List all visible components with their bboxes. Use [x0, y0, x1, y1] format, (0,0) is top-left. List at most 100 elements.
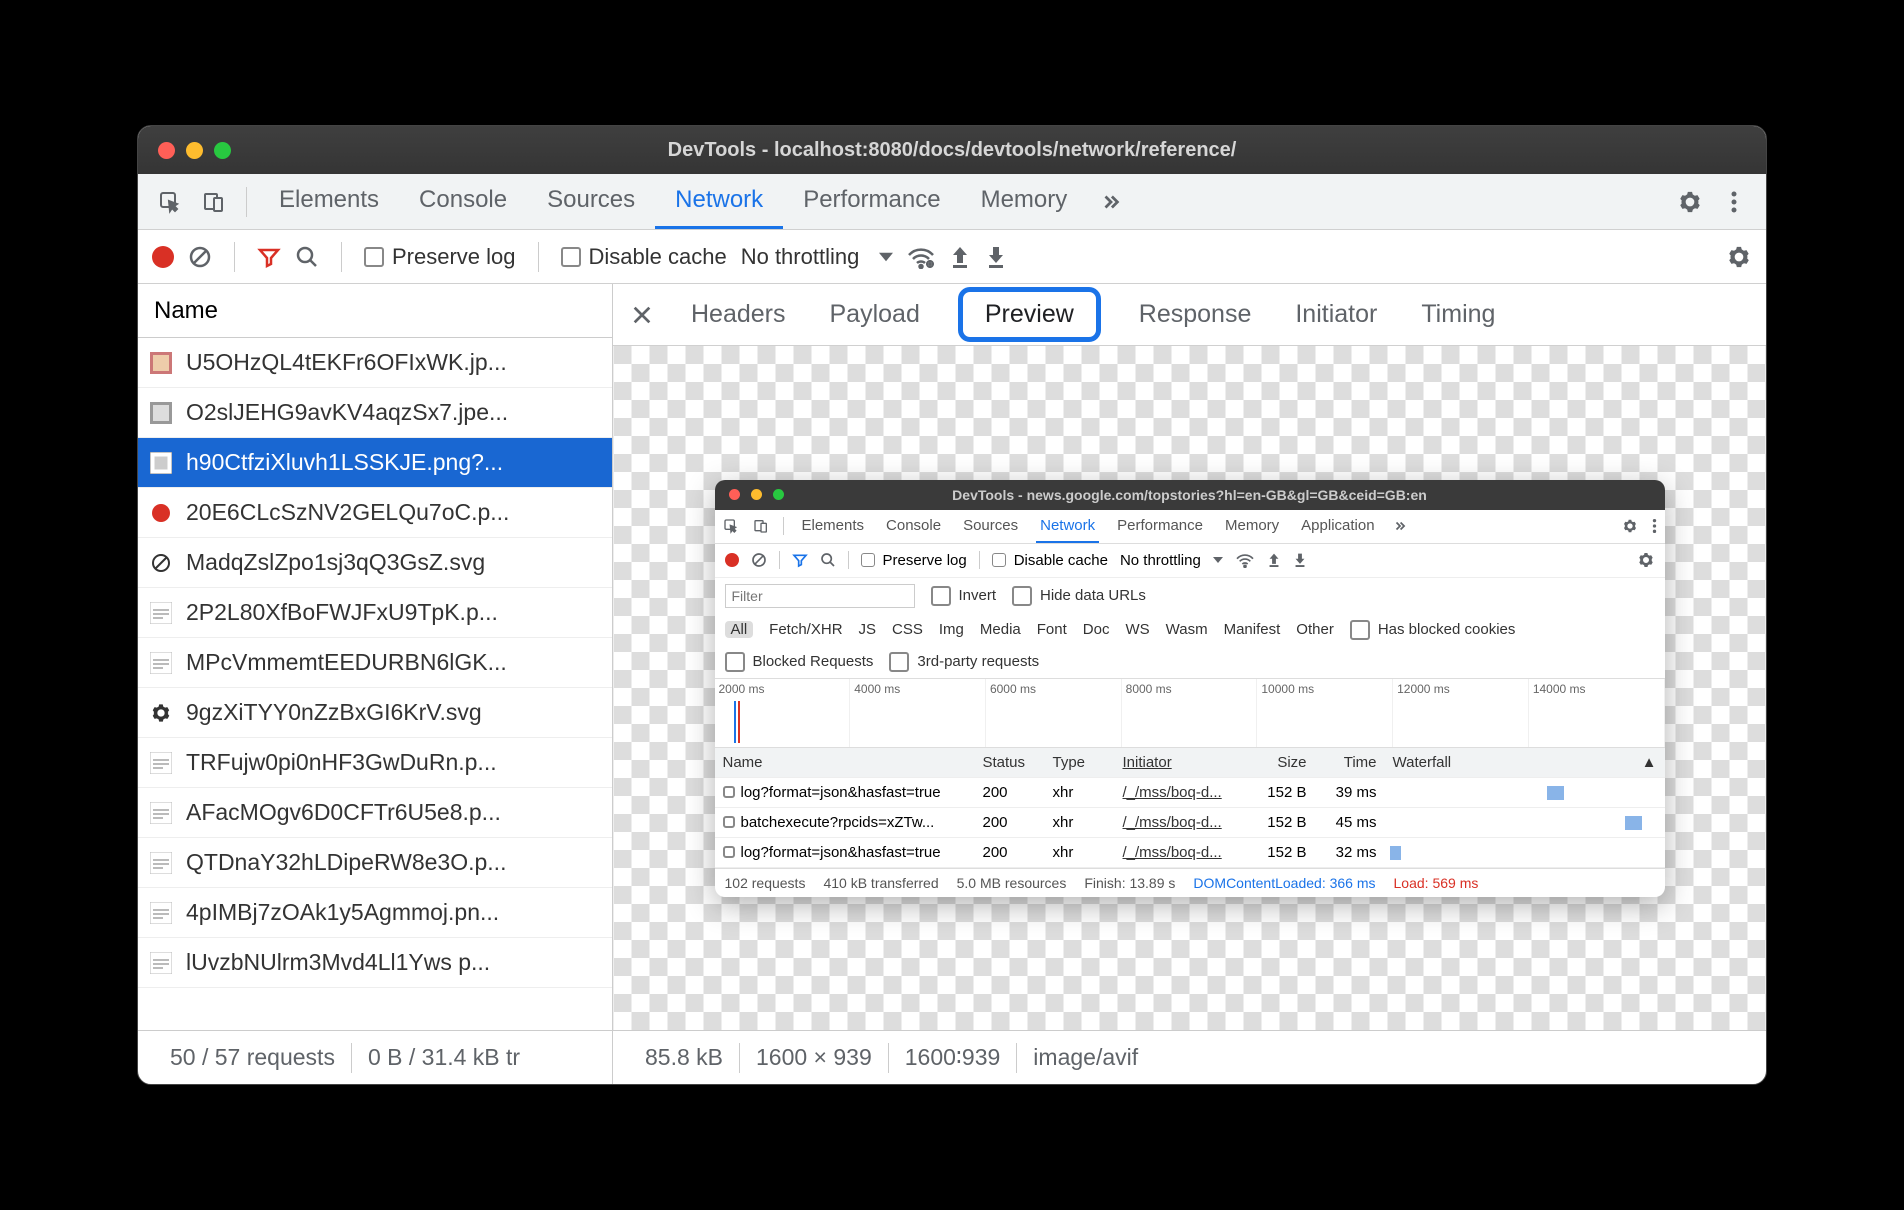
filter-icon[interactable]: [257, 245, 281, 269]
image-photo-colour-icon: [150, 352, 172, 374]
request-name: U5OHzQL4tEKFr6OFIxWK.jp...: [186, 349, 507, 376]
request-row[interactable]: 2P2L80XfBoFWJFxU9TpK.p...: [138, 588, 612, 638]
panel-settings-icon[interactable]: [1726, 244, 1752, 270]
inspect-icon: [723, 518, 739, 534]
request-row[interactable]: 20E6CLcSzNV2GELQu7oC.p...: [138, 488, 612, 538]
finish-time: Finish: 13.89 s: [1084, 875, 1175, 891]
download-har-icon[interactable]: [985, 245, 1007, 269]
throttling-value: No throttling: [1120, 552, 1201, 569]
column-header-size: Size: [1245, 748, 1315, 777]
detail-tab-response[interactable]: Response: [1133, 296, 1258, 333]
settings-icon[interactable]: [1670, 182, 1710, 222]
request-name: QTDnaY32hLDipeRW8e3O.p...: [186, 849, 506, 876]
panel-tab-console[interactable]: Console: [399, 174, 527, 229]
search-icon: [820, 552, 836, 568]
throttling-select[interactable]: No throttling: [741, 244, 894, 270]
network-conditions-icon[interactable]: [907, 245, 935, 269]
column-header-status: Status: [975, 748, 1045, 777]
panel-tab-sources[interactable]: Sources: [527, 174, 655, 229]
inspect-icon[interactable]: [150, 182, 190, 222]
maximize-window-icon[interactable]: [214, 142, 231, 159]
traffic-lights: [158, 142, 231, 159]
detail-tab-preview[interactable]: Preview: [958, 287, 1101, 342]
left-status-bar: 50 / 57 requests 0 B / 31.4 kB tr: [138, 1030, 612, 1084]
preserve-log-checkbox[interactable]: Preserve log: [364, 244, 516, 270]
inner-status-bar: 102 requests 410 kB transferred 5.0 MB r…: [715, 868, 1665, 897]
upload-har-icon[interactable]: [949, 245, 971, 269]
preserve-log-label: Preserve log: [392, 244, 516, 270]
image-generic-icon: [150, 602, 172, 624]
minimize-window-icon[interactable]: [186, 142, 203, 159]
disable-cache-label: Disable cache: [589, 244, 727, 270]
inner-panel-tab-performance: Performance: [1113, 510, 1207, 543]
device-toggle-icon[interactable]: [194, 182, 234, 222]
table-row: log?format=json&hasfast=true200xhr/_/mss…: [715, 838, 1665, 868]
filter-type-doc: Doc: [1083, 621, 1110, 638]
preview-pane: DevTools - news.google.com/topstories?hl…: [613, 346, 1766, 1030]
third-party-checkbox: 3rd-party requests: [889, 652, 1039, 672]
record-button[interactable]: [152, 246, 174, 268]
inner-traffic-lights: [729, 489, 784, 500]
download-har-icon: [1293, 552, 1307, 568]
panel-tab-memory[interactable]: Memory: [961, 174, 1088, 229]
request-row[interactable]: O2slJEHG9avKV4aqzSx7.jpe...: [138, 388, 612, 438]
filter-type-other: Other: [1296, 621, 1334, 638]
column-header-time: Time: [1315, 748, 1385, 777]
network-conditions-icon: [1235, 552, 1255, 568]
panel-tab-performance[interactable]: Performance: [783, 174, 960, 229]
divider: [341, 242, 342, 272]
request-row[interactable]: 9gzXiTYY0nZzBxGI6KrV.svg: [138, 688, 612, 738]
panel-tab-elements[interactable]: Elements: [259, 174, 399, 229]
request-row[interactable]: TRFujw0pi0nHF3GwDuRn.p...: [138, 738, 612, 788]
timeline-tick: 8000 ms: [1122, 679, 1258, 747]
more-panels-icon[interactable]: [1091, 182, 1131, 222]
blocked-requests-checkbox: Blocked Requests: [725, 652, 874, 672]
request-row[interactable]: AFacMOgv6D0CFTr6U5e8.p...: [138, 788, 612, 838]
name-column-header[interactable]: Name: [138, 284, 612, 338]
image-png-icon: [150, 452, 172, 474]
inner-panel-tab-memory: Memory: [1221, 510, 1283, 543]
request-list[interactable]: U5OHzQL4tEKFr6OFIxWK.jp... O2slJEHG9avKV4…: [138, 338, 612, 1030]
panel-tab-network[interactable]: Network: [655, 174, 783, 229]
close-window-icon[interactable]: [158, 142, 175, 159]
column-header-type: Type: [1045, 748, 1115, 777]
request-row[interactable]: MPcVmmemtEEDURBN6lGK...: [138, 638, 612, 688]
detail-tab-timing[interactable]: Timing: [1415, 296, 1501, 333]
inner-panel-tab-console: Console: [882, 510, 945, 543]
mime-type: image/avif: [1017, 1044, 1154, 1071]
disable-cache-checkbox[interactable]: Disable cache: [561, 244, 727, 270]
filter-row-1: Invert Hide data URLs: [715, 578, 1665, 614]
request-row[interactable]: U5OHzQL4tEKFr6OFIxWK.jp...: [138, 338, 612, 388]
clear-icon[interactable]: [188, 245, 212, 269]
detail-tab-headers[interactable]: Headers: [685, 296, 792, 333]
image-photo-mono-icon: [150, 402, 172, 424]
filter-type-js: JS: [859, 621, 877, 638]
request-row[interactable]: MadqZslZpo1sj3qQ3GsZ.svg: [138, 538, 612, 588]
filter-type-manifest: Manifest: [1224, 621, 1281, 638]
detail-tab-initiator[interactable]: Initiator: [1289, 296, 1383, 333]
image-generic-icon: [150, 802, 172, 824]
chevron-down-icon: [879, 250, 893, 264]
panel-tabs: ElementsConsoleSourcesNetworkPerformance…: [138, 174, 1766, 230]
request-row[interactable]: h90CtfziXluvh1LSSKJE.png?...: [138, 438, 612, 488]
window-title: DevTools - localhost:8080/docs/devtools/…: [138, 139, 1766, 162]
close-detail-icon[interactable]: [631, 304, 653, 326]
search-icon[interactable]: [295, 245, 319, 269]
aspect-ratio: 1600∶939: [889, 1044, 1017, 1071]
inner-panel-tab-elements: Elements: [798, 510, 869, 543]
load-time: Load: 569 ms: [1394, 875, 1479, 891]
filter-row-3: Blocked Requests 3rd-party requests: [715, 646, 1665, 678]
detail-tab-payload[interactable]: Payload: [824, 296, 926, 333]
divider: [538, 242, 539, 272]
request-row[interactable]: 4pIMBj7zOAk1y5Agmmoj.pn...: [138, 888, 612, 938]
timeline-tick: 2000 ms: [715, 679, 851, 747]
request-name: lUvzbNUlrm3Mvd4Ll1Yws p...: [186, 949, 490, 976]
maximize-window-icon: [773, 489, 784, 500]
inner-request-table: NameStatusTypeInitiatorSizeTimeWaterfall…: [715, 748, 1665, 868]
request-row[interactable]: lUvzbNUlrm3Mvd4Ll1Yws p...: [138, 938, 612, 988]
disable-cache-checkbox: Disable cache: [992, 552, 1108, 569]
column-header-waterfall: Waterfall▲: [1385, 748, 1665, 777]
request-row[interactable]: QTDnaY32hLDipeRW8e3O.p...: [138, 838, 612, 888]
divider: [234, 242, 235, 272]
kebab-menu-icon[interactable]: [1714, 182, 1754, 222]
